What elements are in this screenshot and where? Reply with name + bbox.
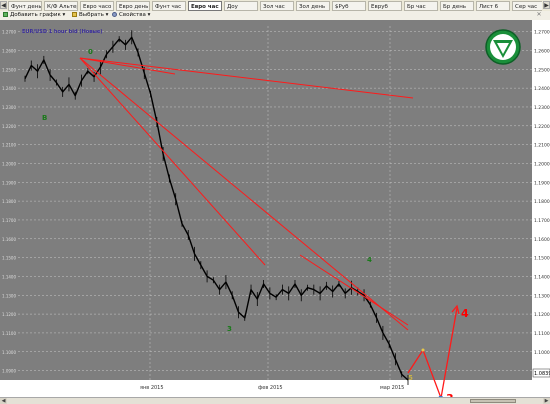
x-tick-label: янв 2015 (140, 385, 164, 391)
y-tick-label-left: 1.1100 (2, 331, 16, 336)
y-tick-label: 1.1200 (534, 312, 550, 318)
tab-2[interactable]: Евро часо (80, 1, 114, 11)
select-button[interactable]: Выбрать ▾ (72, 11, 108, 20)
tab-scroll-left-button[interactable]: ◀ (0, 1, 7, 9)
tab-6[interactable]: Доу (224, 1, 258, 11)
y-tick-label: 1.1100 (534, 331, 550, 337)
y-tick-label: 1.1900 (534, 180, 550, 186)
price-chart[interactable]: 1.2700 1.2700 1.2600 1.2600 1.2500 1.2500 1.24… (0, 20, 550, 404)
y-tick-label: 1.1400 (534, 274, 550, 280)
price-chart-svg: 1.2700 1.2700 1.2600 1.2600 1.2500 1.2500 1.24… (0, 20, 550, 404)
price-axis-panel (532, 20, 550, 397)
y-tick-label: 1.1000 (534, 350, 550, 356)
y-tick-label-left: 1.1900 (2, 180, 16, 185)
projection-label: 4 (461, 307, 469, 320)
wave-label: 4 (367, 256, 372, 264)
tab-strip: Фунт деньК/Ф АльтернативаЕвро часоЕвро д… (8, 0, 542, 11)
y-tick-label-left: 1.2700 (2, 30, 16, 35)
y-tick-label-left: 1.1400 (2, 274, 16, 279)
tab-scroll-right-button[interactable]: ▶ (543, 1, 550, 9)
close-icon: ✕ (536, 10, 542, 18)
tab-4[interactable]: Фунт час (152, 1, 186, 11)
wave-label: 5 (408, 374, 413, 382)
y-tick-label: 1.2200 (534, 124, 550, 130)
wave-label: 0 (88, 48, 93, 56)
y-tick-label-left: 1.1600 (2, 237, 16, 242)
tab-0[interactable]: Фунт день (8, 1, 42, 11)
properties-button[interactable]: Свойства ▾ (112, 11, 150, 20)
y-tick-label-left: 1.1700 (2, 218, 16, 223)
y-tick-label-left: 1.1200 (2, 312, 16, 317)
y-tick-label: 1.2400 (534, 86, 550, 92)
y-tick-label-left: 1.1000 (2, 350, 16, 355)
scrollbar-thumb[interactable] (470, 399, 516, 403)
y-tick-label-left: 1.2200 (2, 124, 16, 129)
y-tick-label: 1.1300 (534, 293, 550, 299)
wave-label: 3 (227, 325, 232, 333)
brand-logo (485, 29, 521, 65)
tab-9[interactable]: $Руб (332, 1, 366, 11)
tab-13[interactable]: Лист 6 (476, 1, 510, 11)
y-tick-label-left: 1.2400 (2, 86, 16, 91)
tab-10[interactable]: Евруб (368, 1, 402, 11)
tab-3[interactable]: Евро день (116, 1, 150, 11)
y-tick-label: 1.2100 (534, 143, 550, 149)
y-tick-label-left: 1.2000 (2, 161, 16, 166)
y-tick-label: 1.2600 (534, 48, 550, 54)
y-tick-label: 1.1500 (534, 256, 550, 262)
add-chart-button[interactable]: Добавить график ▾ (3, 11, 65, 20)
tab-11[interactable]: Бр час (404, 1, 438, 11)
tab-14[interactable]: Сер час (512, 1, 542, 11)
plot-background (0, 20, 550, 397)
y-tick-label: 1.2000 (534, 161, 550, 167)
projection-vertex (421, 348, 425, 352)
chart-title: EUR/USD 1 hour bid (Новые) (22, 29, 103, 35)
tab-8[interactable]: Зол день (296, 1, 330, 11)
current-price-label: 1.0839 (534, 371, 550, 377)
tab-12[interactable]: Бр день (440, 1, 474, 11)
y-tick-label: 1.2300 (534, 105, 550, 111)
tab-5[interactable]: Евро час (188, 1, 222, 11)
select-label: Выбрать ▾ (79, 12, 109, 18)
y-tick-label-left: 1.2600 (2, 48, 16, 53)
add-chart-icon (3, 12, 8, 17)
scroll-left-button[interactable]: ◀ (0, 398, 7, 404)
y-tick-label: 1.2500 (534, 67, 550, 73)
y-tick-label-left: 1.2100 (2, 143, 16, 148)
y-tick-label-left: 1.0900 (2, 369, 16, 374)
y-tick-label: 1.1600 (534, 237, 550, 243)
y-tick-label-left: 1.1500 (2, 256, 16, 261)
tab-1[interactable]: К/Ф Альтернатива (44, 1, 78, 11)
y-tick-label-left: 1.2300 (2, 105, 16, 110)
close-chart-button[interactable]: ✕ (536, 11, 544, 20)
properties-label: Свойства ▾ (119, 12, 151, 18)
y-tick-label: 1.2700 (534, 30, 550, 36)
y-tick-label-left: 1.1800 (2, 199, 16, 204)
y-tick-label: 1.1800 (534, 199, 550, 205)
wave-label: B (42, 114, 47, 122)
gear-icon (112, 12, 117, 17)
cursor-icon (72, 12, 77, 17)
add-chart-label: Добавить график ▾ (10, 12, 66, 18)
x-tick-label: мар 2015 (380, 385, 404, 391)
y-tick-label-left: 1.2500 (2, 67, 16, 72)
y-tick-label-left: 1.1300 (2, 293, 16, 298)
x-tick-label: фев 2015 (258, 385, 283, 391)
scroll-right-button[interactable]: ▶ (543, 398, 550, 404)
tab-7[interactable]: Зол час (260, 1, 294, 11)
y-tick-label: 1.1700 (534, 218, 550, 224)
